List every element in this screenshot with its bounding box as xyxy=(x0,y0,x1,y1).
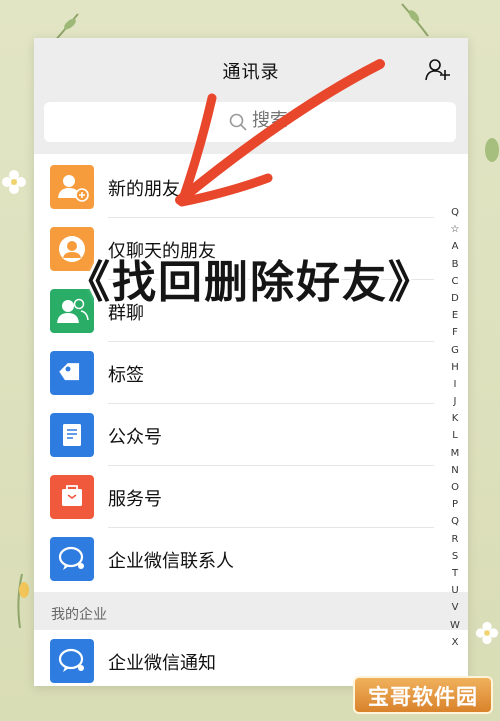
add-friend-icon xyxy=(50,165,94,209)
index-letter[interactable]: F xyxy=(448,324,462,341)
index-letter[interactable]: Q xyxy=(448,513,462,530)
index-letter[interactable]: Q xyxy=(448,204,462,221)
add-person-icon xyxy=(425,59,450,81)
search-field[interactable] xyxy=(44,102,456,142)
index-letter[interactable]: M xyxy=(448,445,462,462)
index-letter[interactable]: S xyxy=(448,548,462,565)
row-label: 服务号 xyxy=(108,489,162,510)
index-letter[interactable]: J xyxy=(448,393,462,410)
site-watermark: 宝哥软件园 xyxy=(353,676,493,714)
index-letter[interactable]: N xyxy=(448,462,462,479)
search-input[interactable] xyxy=(252,110,332,131)
index-letter[interactable]: V xyxy=(448,599,462,616)
row-service-accounts[interactable]: 服务号 xyxy=(34,466,434,528)
leaf-decoration-icon xyxy=(485,138,499,162)
contacts-screen: 通讯录 搜索 新的朋友 仅聊天的朋友 群聊 标签 公众号 服务号 企业微信联系人… xyxy=(34,38,468,686)
wecom-notify-icon xyxy=(50,639,94,683)
wecom-contacts-icon xyxy=(50,537,94,581)
row-label: 新的朋友 xyxy=(108,179,180,200)
row-official-accounts[interactable]: 公众号 xyxy=(34,404,434,466)
nav-bar: 通讯录 xyxy=(34,38,468,100)
index-letter[interactable]: L xyxy=(448,427,462,444)
row-label: 企业微信通知 xyxy=(108,653,216,674)
index-letter[interactable]: G xyxy=(448,342,462,359)
overlay-title: 《找回删除好友》 xyxy=(66,257,434,308)
index-letter[interactable]: P xyxy=(448,496,462,513)
page-title: 通讯录 xyxy=(222,62,280,83)
row-wecom-contacts[interactable]: 企业微信联系人 xyxy=(34,528,434,590)
index-letter[interactable]: R xyxy=(448,531,462,548)
official-account-icon xyxy=(50,413,94,457)
section-title: 我的企业 xyxy=(51,607,107,623)
search-icon xyxy=(229,113,247,131)
row-tags[interactable]: 标签 xyxy=(34,342,434,404)
flower-decoration-icon xyxy=(475,621,499,645)
index-letter[interactable]: W xyxy=(448,617,462,634)
index-letter[interactable]: X xyxy=(448,634,462,651)
section-header-my-enterprise: 我的企业 xyxy=(34,592,468,630)
row-label: 企业微信联系人 xyxy=(108,551,234,572)
add-contact-button[interactable] xyxy=(424,56,452,84)
index-letter[interactable]: U xyxy=(448,582,462,599)
tag-icon xyxy=(50,351,94,395)
leaf-decoration-icon xyxy=(401,3,429,37)
index-letter[interactable]: O xyxy=(448,479,462,496)
flower-decoration-icon xyxy=(2,170,26,194)
row-label: 标签 xyxy=(108,365,144,386)
search-bar xyxy=(34,100,468,154)
service-account-icon xyxy=(50,475,94,519)
index-letter[interactable]: I xyxy=(448,376,462,393)
row-new-friends[interactable]: 新的朋友 xyxy=(34,156,434,218)
index-letter[interactable]: ☆ xyxy=(448,221,462,238)
index-letter[interactable]: H xyxy=(448,359,462,376)
leaf-decoration-icon xyxy=(17,573,29,629)
row-label: 公众号 xyxy=(108,427,162,448)
index-letter[interactable]: T xyxy=(448,565,462,582)
index-letter[interactable]: K xyxy=(448,410,462,427)
